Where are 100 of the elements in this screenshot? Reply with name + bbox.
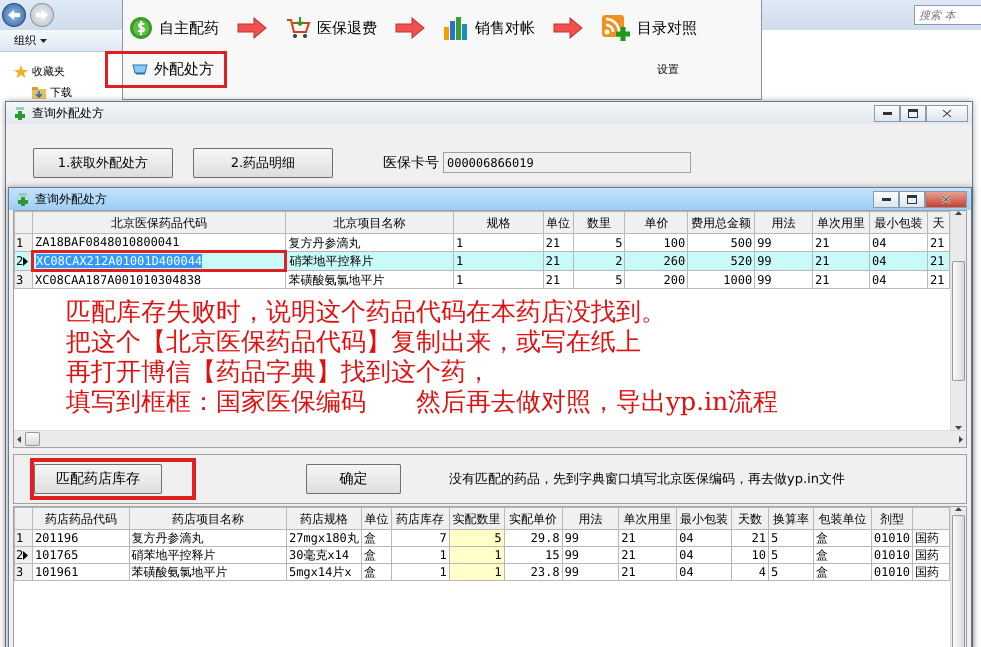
scroll-up-icon xyxy=(955,507,962,511)
column-header[interactable]: 药店库存 xyxy=(391,508,450,530)
vertical-scrollbar[interactable] xyxy=(950,507,966,647)
table-cell: 1 xyxy=(454,234,544,252)
back-button[interactable] xyxy=(2,3,26,27)
table-cell: 盒 xyxy=(813,546,872,564)
horizontal-scrollbar[interactable] xyxy=(14,430,966,447)
column-header[interactable]: 单次用里 xyxy=(618,508,677,530)
column-header[interactable]: 实配数里 xyxy=(449,508,504,530)
table-cell: 99 xyxy=(562,564,619,580)
table-cell: 5 xyxy=(573,234,625,252)
toolbar-button[interactable]: 外配处方 xyxy=(105,50,227,88)
column-header[interactable]: 北京项目名称 xyxy=(286,212,454,234)
toolbar-button[interactable]: 目录对照 xyxy=(599,12,699,44)
table-cell: 04 xyxy=(676,546,732,564)
column-header[interactable]: 规格 xyxy=(454,212,544,234)
column-header[interactable]: 费用总金额 xyxy=(688,212,755,234)
annotation-text: 匹配库存失败时，说明这个药品代码在本药店没找到。 xyxy=(66,297,667,327)
column-header[interactable]: 单价 xyxy=(624,212,688,234)
table-cell: 260 xyxy=(624,252,688,270)
table-cell: 5 xyxy=(768,564,814,580)
table-cell: 5 xyxy=(449,530,504,546)
downloads-item[interactable]: 下载 xyxy=(32,85,72,100)
column-header[interactable]: 用法 xyxy=(562,508,619,530)
scroll-thumb[interactable] xyxy=(952,515,965,647)
column-header[interactable]: 剂型 xyxy=(871,508,912,530)
cart-icon xyxy=(285,16,311,40)
action-button[interactable]: 1.获取外配处方 xyxy=(33,148,173,178)
column-header[interactable]: 最小包装 xyxy=(676,508,732,530)
table-cell: 21 xyxy=(543,270,574,288)
table-cell: 520 xyxy=(688,252,755,270)
table-cell: 21 xyxy=(927,234,950,252)
table-cell: 99 xyxy=(754,234,813,252)
match-stock-button[interactable]: 匹配药店库存 xyxy=(34,464,162,494)
table-cell: 29.8 xyxy=(504,530,562,546)
table-cell: 盒 xyxy=(813,530,872,546)
app-icon xyxy=(17,192,29,206)
column-header[interactable]: 最小包装 xyxy=(869,212,928,234)
confirm-button[interactable]: 确定 xyxy=(306,464,401,494)
close-button[interactable] xyxy=(926,104,968,122)
basket-icon xyxy=(132,62,148,76)
row-number: 2 xyxy=(16,253,24,269)
toolbar-button[interactable]: 设置 xyxy=(655,60,681,78)
table-cell: 国药 xyxy=(912,530,950,546)
column-header[interactable]: 包装单位 xyxy=(813,508,872,530)
right-arrow-icon xyxy=(237,17,267,39)
table-cell: 01010 xyxy=(871,546,912,564)
table-cell: 苯磺酸氨氯地平片 xyxy=(129,564,286,580)
table-cell: 04 xyxy=(869,234,928,252)
column-header[interactable]: 药店项目名称 xyxy=(129,508,286,530)
toolbar-button[interactable]: 销售对帐 xyxy=(441,13,537,43)
table-cell: 5 xyxy=(768,546,814,564)
table-cell: 99 xyxy=(562,546,619,564)
table-cell: 04 xyxy=(869,270,928,288)
table-cell: 30毫克x14 xyxy=(286,546,362,564)
scroll-thumb[interactable] xyxy=(952,260,965,380)
table-cell: 04 xyxy=(869,252,928,270)
maximize-button[interactable] xyxy=(899,190,925,208)
column-header[interactable]: 单位 xyxy=(361,508,392,530)
toolbar-button[interactable]: 医保退费 xyxy=(283,14,379,42)
column-header[interactable]: 换算率 xyxy=(768,508,814,530)
vertical-scrollbar[interactable] xyxy=(950,211,966,430)
table-cell: 盒 xyxy=(361,530,392,546)
search-field[interactable]: 搜索 本 xyxy=(914,5,981,25)
table-cell: 1 xyxy=(454,252,544,270)
table-cell: 99 xyxy=(754,270,813,288)
table-cell: 21 xyxy=(618,546,677,564)
folder-icon xyxy=(32,86,46,98)
table-cell: 盒 xyxy=(361,546,392,564)
column-header[interactable]: 天数 xyxy=(732,508,768,530)
row-number: 3 xyxy=(16,272,24,288)
window-title: 查询外配处方 xyxy=(35,190,107,208)
column-header[interactable]: 天 xyxy=(927,212,950,234)
maximize-button[interactable] xyxy=(900,104,926,122)
action-button[interactable]: 2.药品明细 xyxy=(193,148,333,178)
forward-arrow-icon xyxy=(36,10,48,20)
table-cell: 21 xyxy=(927,270,950,288)
column-header[interactable]: 实配单价 xyxy=(504,508,562,530)
scroll-right-icon xyxy=(959,436,963,442)
column-header[interactable]: 数里 xyxy=(573,212,625,234)
column-header[interactable]: 药店药品代码 xyxy=(32,508,130,530)
column-header[interactable]: 单位 xyxy=(543,212,574,234)
table-cell: 01010 xyxy=(871,564,912,580)
table-cell: 5 xyxy=(573,270,625,288)
minimize-button[interactable] xyxy=(874,104,900,122)
column-header[interactable]: 用法 xyxy=(754,212,813,234)
organize-menu[interactable]: 组织 xyxy=(14,33,47,48)
table-cell: 1000 xyxy=(688,270,755,288)
table-cell: 04 xyxy=(676,564,732,580)
favorites-item[interactable]: 收藏夹 xyxy=(14,64,72,79)
row-pointer-icon xyxy=(23,550,28,560)
app-icon xyxy=(14,106,26,120)
toolbar-button[interactable]: 自主配药 xyxy=(127,14,221,42)
column-header[interactable]: 北京医保药品代码 xyxy=(32,212,286,234)
scroll-thumb[interactable] xyxy=(25,432,40,446)
column-header[interactable]: 药店规格 xyxy=(286,508,362,530)
close-button[interactable] xyxy=(925,190,967,208)
card-number-field[interactable]: 000006866019 xyxy=(443,152,691,173)
column-header[interactable]: 单次用里 xyxy=(812,212,870,234)
minimize-button[interactable] xyxy=(873,190,899,208)
